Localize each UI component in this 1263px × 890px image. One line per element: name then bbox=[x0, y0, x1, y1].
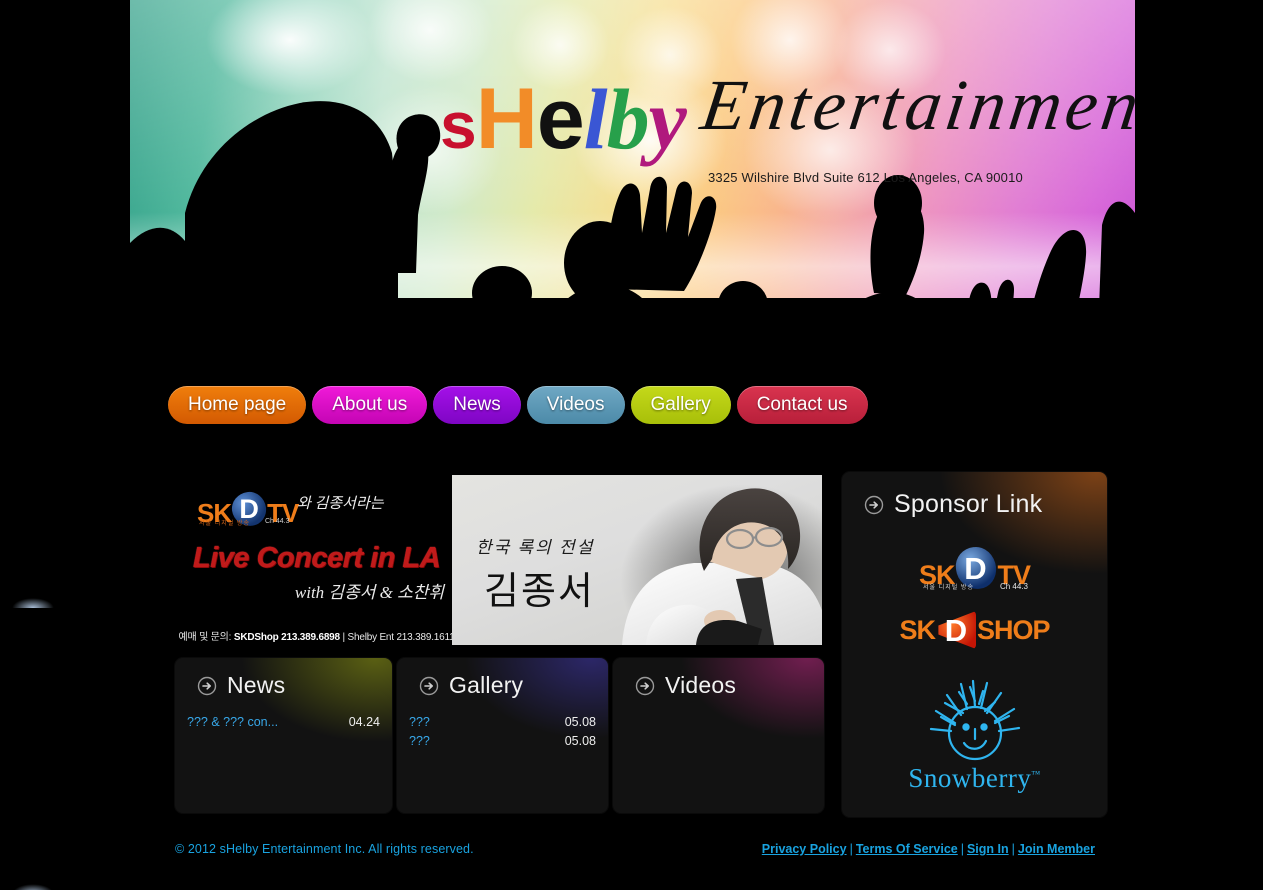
videos-panel-header[interactable]: Videos bbox=[613, 658, 824, 699]
gallery-panel-title: Gallery bbox=[449, 672, 524, 698]
logo-script-entertainment: Entertainment bbox=[696, 65, 1135, 145]
footer-link-privacy-policy[interactable]: Privacy Policy bbox=[762, 842, 847, 856]
logo-letter-h: H bbox=[475, 71, 538, 167]
gallery-panel-header[interactable]: Gallery bbox=[397, 658, 608, 699]
artist-feature-image[interactable]: 한국 록의 전설 김종서 bbox=[452, 475, 822, 645]
skd-shop-d-letter: D bbox=[944, 612, 968, 648]
footer-link-terms-of-service[interactable]: Terms Of Service bbox=[856, 842, 958, 856]
page-root: sHelby Entertainment 3325 Wilshire Blvd … bbox=[0, 0, 1263, 890]
list-item[interactable]: ??? 05.08 bbox=[409, 732, 596, 751]
skdtv-channel: Ch 44.3 bbox=[265, 518, 290, 525]
promo-contact-separator: | bbox=[342, 632, 346, 643]
left-edge-glow-lower bbox=[12, 884, 54, 890]
logo-letter-l: l bbox=[583, 71, 608, 167]
gallery-item-date: 05.08 bbox=[564, 715, 596, 729]
snowberry-word-text: Snowberry bbox=[908, 763, 1032, 793]
artist-photo-silhouette bbox=[622, 488, 822, 645]
header-banner: sHelby Entertainment 3325 Wilshire Blvd … bbox=[130, 0, 1135, 393]
nav-item-contact-us[interactable]: Contact us bbox=[736, 386, 868, 424]
arrow-circle-right-icon bbox=[864, 495, 884, 515]
arrow-circle-right-icon bbox=[197, 676, 217, 696]
sponsor-panel-title: Sponsor Link bbox=[894, 490, 1043, 518]
sponsor-link-panel: Sponsor Link SK D TV 서울 디지털 방송 Ch 44.3 S… bbox=[842, 472, 1107, 817]
promo-concert-banner[interactable]: SK D TV 서울 디지털 방송 Ch 44.3 와 김종서라는 Live C… bbox=[175, 470, 458, 650]
logo-letter-y: y bbox=[648, 71, 687, 167]
logo-wordmark: sHelby bbox=[440, 76, 687, 162]
videos-panel[interactable]: Videos bbox=[613, 658, 824, 813]
news-item-title: ??? & ??? con... bbox=[187, 715, 279, 729]
news-list: ??? & ??? con... 04.24 bbox=[175, 713, 392, 732]
promo-contact-line: 예매 및 문의: SKDShop 213.389.6898 | Shelby E… bbox=[175, 628, 458, 643]
arrow-circle-right-icon bbox=[419, 676, 439, 696]
snowberry-logo[interactable]: Snowberry™ bbox=[908, 671, 1040, 794]
promo-with-line: with 김종서 & 소찬휘 bbox=[294, 583, 444, 602]
artist-caption-name: 김종서 bbox=[484, 571, 595, 613]
footer-links: Privacy Policy | Terms Of Service | Sign In |… bbox=[762, 842, 1095, 856]
promo-contact-shop: SKDShop 213.389.6898 bbox=[233, 632, 340, 643]
footer-link-join-member[interactable]: Join Member bbox=[1018, 842, 1095, 856]
footer-link-sign-in[interactable]: Sign In bbox=[967, 842, 1009, 856]
logo-letter-s: s bbox=[440, 88, 477, 162]
header-address: 3325 Wilshire Blvd Suite 612 Los Angeles… bbox=[708, 170, 1023, 185]
gallery-item-title: ??? bbox=[409, 734, 430, 748]
footer-separator: | bbox=[1011, 842, 1015, 856]
gallery-panel[interactable]: Gallery ??? 05.08 ??? 05.08 bbox=[397, 658, 608, 813]
news-panel-title: News bbox=[227, 672, 286, 698]
snowberry-wordmark: Snowberry™ bbox=[908, 763, 1040, 794]
logo-letter-e: e bbox=[536, 71, 585, 167]
footer-copyright: © 2012 sHelby Entertainment Inc. All rig… bbox=[175, 842, 474, 856]
nav-item-about-us[interactable]: About us bbox=[312, 386, 428, 424]
news-item-date: 04.24 bbox=[348, 715, 380, 729]
list-item[interactable]: ??? 05.08 bbox=[409, 713, 596, 732]
news-panel-header[interactable]: News bbox=[175, 658, 392, 699]
artist-caption-small: 한국 록의 전설 bbox=[476, 538, 595, 557]
gallery-item-title: ??? bbox=[409, 715, 430, 729]
skd-tv-sub-text: 서울 디지털 방송 bbox=[922, 585, 974, 591]
news-panel[interactable]: News ??? & ??? con... 04.24 bbox=[175, 658, 392, 813]
skd-shop-d-mark: D bbox=[936, 611, 976, 649]
main-navigation: Home page About us News Videos Gallery C… bbox=[168, 386, 868, 424]
gallery-item-date: 05.08 bbox=[564, 734, 596, 748]
site-footer: © 2012 sHelby Entertainment Inc. All rig… bbox=[175, 832, 1095, 866]
site-logo[interactable]: sHelby Entertainment 3325 Wilshire Blvd … bbox=[440, 65, 1135, 190]
logo-letter-b: b bbox=[606, 71, 650, 167]
skdtv-korean-script: 와 김종서라는 bbox=[297, 496, 384, 512]
gallery-list: ??? 05.08 ??? 05.08 bbox=[397, 713, 608, 751]
nav-item-news[interactable]: News bbox=[433, 386, 521, 424]
videos-panel-title: Videos bbox=[665, 672, 737, 698]
nav-item-home-page[interactable]: Home page bbox=[168, 386, 307, 424]
snowberry-tm-mark: ™ bbox=[1031, 769, 1041, 779]
skd-tv-channel-text: Ch 44.3 bbox=[999, 582, 1029, 591]
arrow-circle-right-icon bbox=[635, 676, 655, 696]
promo-contact-ent: Shelby Ent 213.389.1611 bbox=[347, 632, 455, 643]
footer-separator: | bbox=[960, 842, 964, 856]
nav-item-videos[interactable]: Videos bbox=[526, 386, 625, 424]
nav-item-gallery[interactable]: Gallery bbox=[630, 386, 731, 424]
sponsor-logo-list: SK D TV 서울 디지털 방송 Ch 44.3 SK D SHOP Snow… bbox=[842, 545, 1107, 794]
skd-shop-tail-text: SHOP bbox=[976, 614, 1051, 645]
snowberry-face-icon bbox=[929, 679, 1020, 761]
promo-contact-label: 예매 및 문의: bbox=[178, 632, 232, 643]
sponsor-panel-header[interactable]: Sponsor Link bbox=[842, 472, 1107, 519]
promo-headline: Live Concert in LA bbox=[192, 542, 441, 574]
footer-separator: | bbox=[849, 842, 853, 856]
skd-shop-sk-text: SK bbox=[899, 614, 936, 645]
skdtv-subtitle: 서울 디지털 방송 bbox=[199, 521, 250, 527]
list-item[interactable]: ??? & ??? con... 04.24 bbox=[187, 713, 380, 732]
skd-shop-logo[interactable]: SK D SHOP bbox=[899, 611, 1051, 649]
left-edge-glow-upper bbox=[12, 598, 54, 608]
skd-tv-logo[interactable]: SK D TV 서울 디지털 방송 Ch 44.3 bbox=[919, 545, 1031, 591]
